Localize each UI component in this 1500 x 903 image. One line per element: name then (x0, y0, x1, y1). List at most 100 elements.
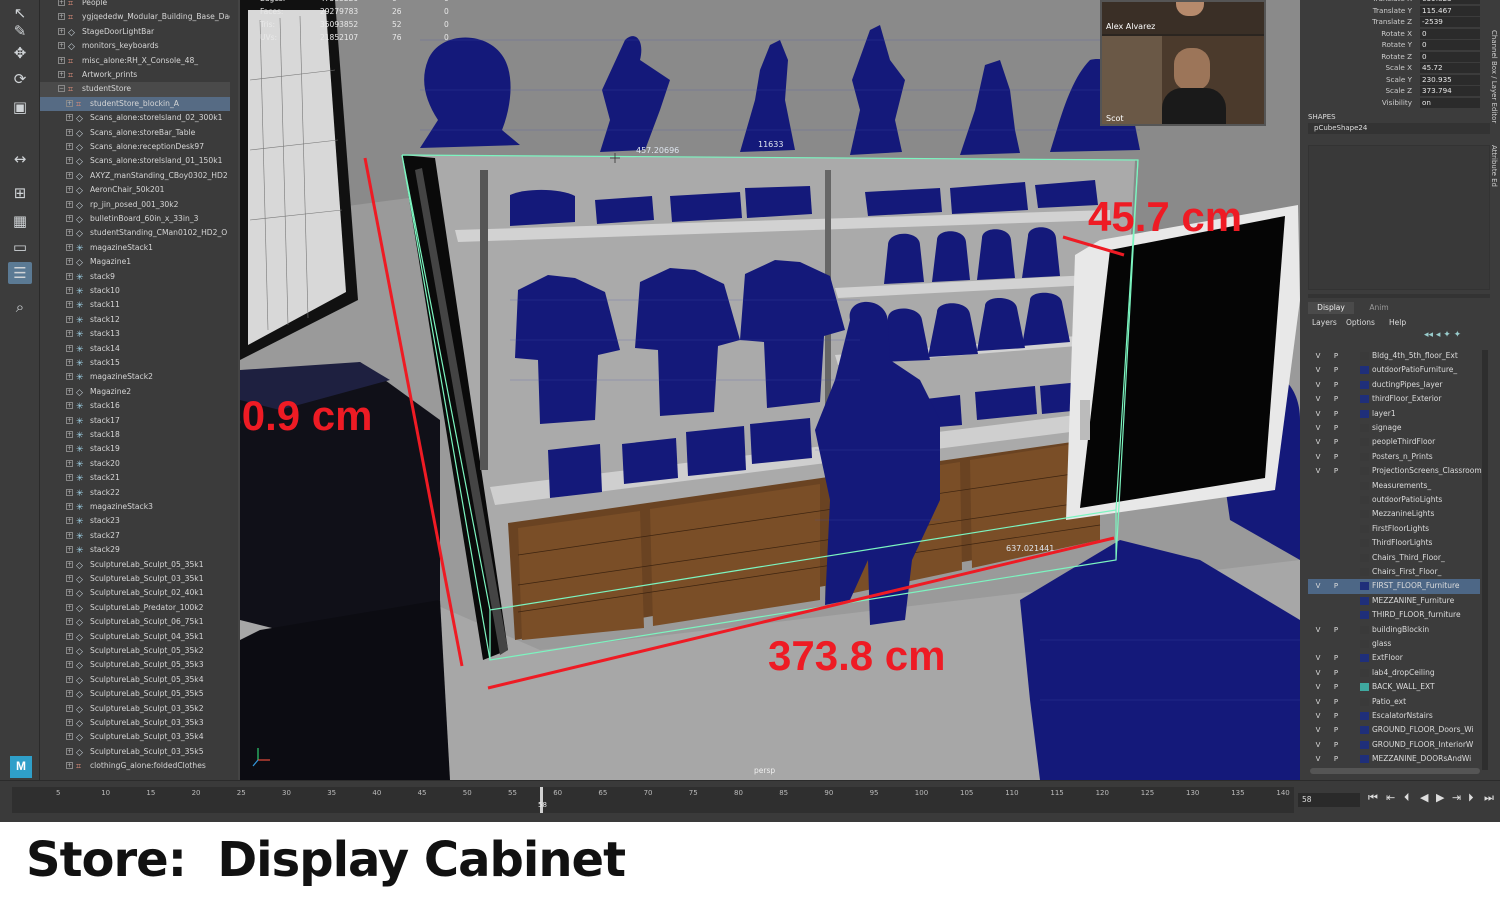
outliner-item[interactable]: + ✳ stack21 (40, 471, 230, 485)
layer-color-swatch[interactable] (1360, 524, 1369, 533)
display-layer-row[interactable]: V PoutdoorPatioFurniture_ (1308, 363, 1480, 377)
layer-playback-toggle[interactable]: P (1330, 466, 1342, 476)
outliner-item[interactable]: + ◇ monitors_keyboards (40, 39, 230, 53)
layer-visibility-toggle[interactable] (1312, 567, 1324, 577)
outliner-item[interactable]: + ◇ SculptureLab_Predator_100k2 (40, 601, 230, 615)
expand-toggle-icon[interactable]: + (66, 157, 73, 165)
attribute-row[interactable]: Translate Y 115.467 (1340, 5, 1490, 18)
outliner-item[interactable]: + ◇ SculptureLab_Sculpt_02_40k1 (40, 586, 230, 600)
scale-icon[interactable]: ▣ (8, 96, 32, 118)
attribute-row[interactable]: Translate Z -2539 (1340, 17, 1490, 29)
layer-visibility-toggle[interactable]: V (1312, 697, 1324, 707)
expand-toggle-icon[interactable]: + (66, 229, 73, 237)
expand-toggle-icon[interactable]: + (66, 272, 73, 280)
outliner-item[interactable]: + ✳ stack9 (40, 270, 230, 284)
layer-color-swatch[interactable] (1360, 740, 1369, 749)
layer-visibility-toggle[interactable] (1312, 553, 1324, 563)
layer-playback-toggle[interactable] (1330, 538, 1342, 548)
expand-toggle-icon[interactable]: + (66, 747, 73, 755)
expand-toggle-icon[interactable]: + (66, 531, 73, 539)
outliner-item[interactable]: − ⌗ studentStore (40, 82, 230, 97)
outliner-item[interactable]: + ◇ Scans_alone:receptionDesk97 (40, 140, 230, 154)
layer-color-swatch[interactable] (1360, 496, 1369, 504)
layer-playback-toggle[interactable]: P (1330, 625, 1342, 635)
layer-color-swatch[interactable] (1360, 380, 1369, 389)
layer-tools-icons[interactable]: ◂◂ ◂ ✦ ✦ (1424, 330, 1461, 340)
display-layer-row[interactable]: V PpeopleThirdFloor (1308, 435, 1480, 449)
layer-color-swatch[interactable] (1360, 611, 1369, 620)
expand-toggle-icon[interactable]: + (66, 215, 73, 222)
outliner-item[interactable]: + ◇ SculptureLab_Sculpt_03_35k4 (40, 730, 230, 744)
display-layer-row[interactable]: V Plab4_dropCeiling (1308, 666, 1480, 680)
layer-visibility-toggle[interactable]: V (1312, 437, 1324, 447)
attribute-row[interactable]: Rotate Z 0 (1340, 51, 1490, 64)
outliner-item[interactable]: + ⌗ studentStore_blockin_A (40, 96, 230, 112)
outliner-item[interactable]: + ◇ SculptureLab_Sculpt_05_35k3 (40, 658, 230, 672)
outliner-item[interactable]: + ◇ AXYZ_manStanding_CBoy0302_HD2 (40, 169, 230, 183)
menu-help[interactable]: Help (1389, 318, 1406, 327)
outliner-item[interactable]: + ◇ SculptureLab_Sculpt_05_35k1 (40, 558, 230, 572)
display-layer-row[interactable]: MezzanineLights (1308, 507, 1480, 521)
layer-playback-toggle[interactable] (1330, 524, 1342, 534)
expand-toggle-icon[interactable]: + (66, 618, 73, 626)
attribute-value-field[interactable]: 639.823 (1420, 0, 1480, 4)
layer-color-swatch[interactable] (1360, 424, 1369, 432)
layer-color-swatch[interactable] (1360, 596, 1369, 605)
outliner-item[interactable]: + ✳ magazineStack1 (40, 241, 230, 255)
menu-options[interactable]: Options (1346, 318, 1375, 327)
outliner-item[interactable]: + ◇ Scans_alone:storeIsland_02_300k1 (40, 111, 230, 125)
display-layer-row[interactable]: Measurements_ (1308, 479, 1480, 493)
layer-color-swatch[interactable] (1360, 481, 1369, 490)
grid-layout-icon[interactable]: ▦ (8, 210, 32, 232)
layer-color-swatch[interactable] (1360, 352, 1369, 360)
layer-playback-toggle[interactable]: P (1330, 380, 1342, 390)
outliner-item[interactable]: + ⌗ People (40, 0, 230, 10)
layer-visibility-toggle[interactable] (1312, 524, 1324, 534)
outliner-item[interactable]: + ✳ stack12 (40, 313, 230, 327)
expand-toggle-icon[interactable]: + (66, 459, 73, 467)
expand-toggle-icon[interactable]: + (66, 114, 73, 122)
expand-toggle-icon[interactable]: + (66, 99, 73, 107)
expand-toggle-icon[interactable]: + (58, 13, 65, 21)
expand-toggle-icon[interactable]: + (66, 632, 73, 640)
outliner-item[interactable]: + ✳ stack13 (40, 327, 230, 341)
layer-playback-toggle[interactable]: P (1330, 351, 1342, 361)
outliner-item[interactable]: + ✳ stack20 (40, 457, 230, 471)
layer-playback-toggle[interactable]: P (1330, 365, 1342, 375)
expand-toggle-icon[interactable]: + (66, 690, 73, 698)
display-layer-row[interactable]: Chairs_Third_Floor_ (1308, 551, 1480, 565)
outliner-item[interactable]: + ⌗ Artwork_prints (40, 68, 230, 82)
attribute-row[interactable]: Scale Y 230.935 (1340, 74, 1490, 87)
outliner-item[interactable]: + ◇ Scans_alone:storeIsland_01_150k1 (40, 154, 230, 168)
display-layer-row[interactable]: V P ExtFloor (1308, 651, 1480, 665)
display-layer-row[interactable]: V P ProjectionScreens_Classroom (1308, 464, 1482, 478)
outliner-layout-icon[interactable]: ☰ (8, 262, 32, 284)
layer-color-swatch[interactable] (1360, 683, 1369, 692)
display-layer-row[interactable]: V P Posters_n_Prints (1308, 450, 1480, 464)
attribute-row[interactable]: Scale X 45.72 (1340, 63, 1490, 75)
outliner-item[interactable]: + ◇ rp_jin_posed_001_30k2 (40, 198, 230, 212)
layer-color-swatch[interactable] (1360, 712, 1369, 720)
layer-color-swatch[interactable] (1360, 539, 1369, 548)
expand-toggle-icon[interactable]: + (66, 675, 73, 683)
layer-visibility-toggle[interactable]: V (1312, 625, 1324, 635)
move-icon[interactable]: ✥ (8, 42, 32, 64)
current-frame-marker[interactable] (540, 787, 543, 813)
layer-playback-toggle[interactable] (1330, 567, 1342, 577)
outliner-item[interactable]: + ✳ stack18 (40, 428, 230, 442)
tab-anim[interactable]: Anim (1356, 302, 1402, 314)
outliner-item[interactable]: + ✳ stack10 (40, 284, 230, 298)
layer-visibility-toggle[interactable]: V (1312, 365, 1324, 375)
layer-color-swatch[interactable] (1360, 726, 1369, 735)
layer-playback-toggle[interactable]: P (1330, 423, 1342, 433)
expand-toggle-icon[interactable]: − (58, 85, 65, 93)
expand-toggle-icon[interactable]: + (58, 27, 65, 35)
attribute-value-field[interactable]: 45.72 (1420, 63, 1480, 73)
display-layer-row[interactable]: outdoorPatioLights (1308, 493, 1480, 507)
expand-toggle-icon[interactable]: + (66, 474, 73, 482)
go-to-start-icon[interactable]: ⏮ (1368, 791, 1378, 805)
expand-toggle-icon[interactable]: + (66, 171, 73, 179)
layer-visibility-toggle[interactable] (1312, 639, 1324, 649)
expand-toggle-icon[interactable]: + (58, 0, 65, 6)
attribute-value-field[interactable]: on (1420, 97, 1480, 108)
